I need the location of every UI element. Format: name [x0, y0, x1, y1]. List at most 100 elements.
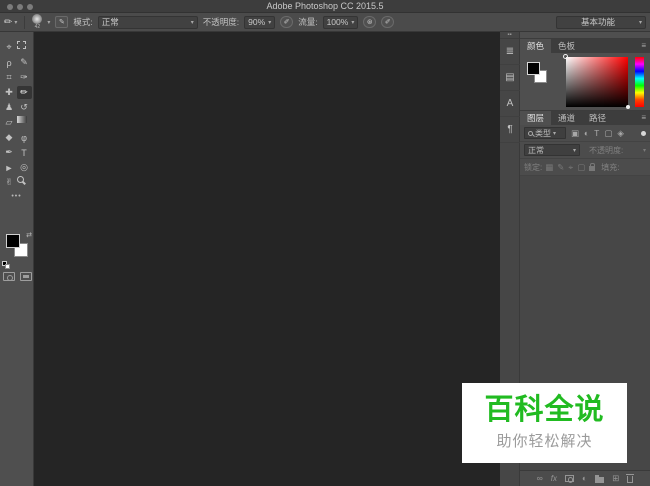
adjustment-layer-icon[interactable]: ◐ [582, 474, 587, 483]
hand-tool[interactable]: ✌ [2, 176, 17, 189]
brush-size-value: 42 [35, 25, 41, 30]
lasso-tool[interactable]: ρ [2, 56, 17, 69]
tab-swatches[interactable]: 色板 [551, 39, 582, 53]
toggle-brush-panel-button[interactable]: ✎ [55, 16, 68, 28]
new-layer-icon[interactable]: ⊞ [612, 474, 619, 483]
window-title: Adobe Photoshop CC 2015.5 [0, 0, 650, 13]
current-tool-icon[interactable]: ✏▾ [4, 17, 17, 28]
edit-toolbar-button[interactable]: ••• [0, 193, 33, 200]
panel-menu-icon[interactable]: ≡ [637, 39, 650, 53]
filter-type-icon[interactable]: T [594, 129, 599, 138]
separator [24, 16, 25, 29]
color-swatch-block: ⇄ [0, 231, 34, 271]
lock-all-icon[interactable] [589, 166, 595, 171]
pen-tool[interactable]: ✒ [2, 146, 17, 159]
opacity-pressure-button[interactable]: ✐ [280, 16, 293, 28]
lock-transparency-icon[interactable]: ▦ [545, 163, 553, 172]
chevron-down-icon[interactable]: ▾ [47, 19, 50, 26]
chevron-down-icon: ▾ [553, 130, 556, 137]
layer-blend-mode-value: 正常 [528, 145, 571, 156]
filter-image-icon[interactable]: ▣ [571, 129, 579, 138]
link-layers-icon[interactable]: ∞ [537, 474, 543, 483]
flow-pressure-button[interactable]: ✐ [381, 16, 394, 28]
flow-value: 100% [327, 17, 349, 27]
screen-mode-button[interactable] [20, 272, 32, 281]
default-colors-icon[interactable] [2, 261, 10, 269]
color-marker-dot [626, 105, 630, 109]
watermark-overlay: 百科全说 助你轻松解决 [462, 383, 627, 463]
panel-menu-icon[interactable]: ≡ [637, 111, 650, 125]
libraries-panel-icon[interactable]: ▤ [500, 65, 520, 91]
watermark-subtitle: 助你轻松解决 [496, 430, 592, 451]
options-bar: ✏▾ 42 ▾ ✎ 模式: 正常 ▾ 不透明度: 90% ▾ ✐ 流量: 100… [0, 13, 650, 32]
add-mask-icon[interactable] [565, 475, 574, 482]
opacity-label: 不透明度: [203, 16, 239, 28]
layers-filter-row: 类型 ▾ ▣ ◐ T ▢ ◈ [520, 125, 650, 142]
delete-layer-icon[interactable] [627, 476, 633, 483]
title-bar: Adobe Photoshop CC 2015.5 [0, 0, 650, 13]
brush-tool[interactable]: ✏ [17, 86, 32, 99]
tab-layers[interactable]: 图层 [520, 111, 551, 125]
opacity-select[interactable]: 90% ▾ [244, 16, 275, 29]
new-group-icon[interactable] [595, 477, 604, 483]
tools-panel: ⌖ ρ✎⌗✑✚✏♟↺▱ ◆φ✒T►◎✌ ••• ⇄ [0, 32, 34, 486]
lock-artboard-icon[interactable]: ▢ [577, 163, 585, 172]
filter-shape-icon[interactable]: ▢ [604, 129, 612, 138]
chevron-down-icon: ▾ [351, 19, 354, 26]
quick-selection-tool[interactable]: ✎ [17, 56, 32, 69]
layer-blend-mode-select[interactable]: 正常 ▾ [524, 144, 580, 156]
quick-mask-button[interactable] [3, 272, 15, 281]
crop-tool[interactable]: ⌗ [2, 71, 17, 84]
dodge-tool[interactable]: φ [17, 131, 32, 144]
layer-style-icon[interactable]: fx [551, 475, 557, 483]
character-panel-icon[interactable]: A [500, 91, 520, 117]
panel-foreground-swatch[interactable] [527, 62, 540, 75]
saturation-brightness-field[interactable] [566, 57, 628, 107]
chevron-down-icon: ▾ [268, 19, 271, 26]
lock-pixels-icon[interactable]: ✎ [557, 163, 564, 172]
blend-mode-select[interactable]: 正常 ▾ [98, 16, 198, 29]
filter-adjustment-icon[interactable]: ◐ [584, 129, 589, 138]
clone-stamp-tool[interactable]: ♟ [2, 101, 17, 114]
healing-brush-tool[interactable]: ✚ [2, 86, 17, 99]
ellipse-tool[interactable]: ◎ [17, 161, 32, 174]
airbrush-button[interactable]: ⊛ [363, 16, 376, 28]
foreground-color-swatch[interactable] [6, 234, 20, 248]
hue-slider[interactable] [635, 57, 644, 107]
blur-tool[interactable]: ◆ [2, 131, 17, 144]
flow-select[interactable]: 100% ▾ [323, 16, 359, 29]
workspace-select[interactable]: 基本功能 ▾ [556, 16, 646, 29]
history-brush-tool[interactable]: ↺ [17, 101, 32, 114]
move-tool[interactable]: ⌖ [2, 41, 17, 54]
gradient-tool[interactable] [17, 116, 27, 123]
filter-kind-select[interactable]: 类型 ▾ [524, 127, 566, 139]
canvas-area[interactable] [34, 32, 500, 486]
dock-grip[interactable]: ▪▪ [500, 32, 519, 39]
rectangular-marquee-tool[interactable] [17, 41, 26, 49]
panel-group-grip[interactable] [520, 32, 650, 39]
default-background-icon [5, 264, 10, 269]
eraser-tool[interactable]: ▱ [2, 116, 17, 129]
tab-channels[interactable]: 通道 [551, 111, 582, 125]
eyedropper-tool[interactable]: ✑ [17, 71, 32, 84]
layers-blend-row: 正常 ▾ 不透明度: ▾ [520, 142, 650, 159]
filter-toggle-switch[interactable] [641, 131, 646, 136]
lock-position-icon[interactable]: ⌖ [568, 163, 573, 172]
tab-paths[interactable]: 路径 [582, 111, 613, 125]
filter-smart-object-icon[interactable]: ◈ [617, 129, 624, 138]
adjustments-panel-icon[interactable]: ≣ [500, 39, 520, 65]
type-tool[interactable]: T [17, 146, 32, 159]
tab-color[interactable]: 颜色 [520, 39, 551, 53]
zoom-tool[interactable] [17, 176, 24, 183]
layers-bottom-bar: ∞ fx ◐ ⊞ [520, 470, 650, 486]
swap-colors-icon[interactable]: ⇄ [26, 231, 32, 239]
chevron-down-icon: ▾ [191, 19, 194, 26]
lock-label: 锁定: [524, 162, 542, 173]
chevron-down-icon: ▾ [643, 147, 646, 154]
flow-label: 流量: [298, 16, 317, 28]
chevron-down-icon: ▾ [639, 19, 642, 26]
brush-tip-icon [32, 14, 42, 24]
path-selection-tool[interactable]: ► [2, 161, 17, 174]
brush-preset-picker[interactable]: 42 [32, 14, 42, 30]
paragraph-panel-icon[interactable]: ¶ [500, 117, 520, 143]
